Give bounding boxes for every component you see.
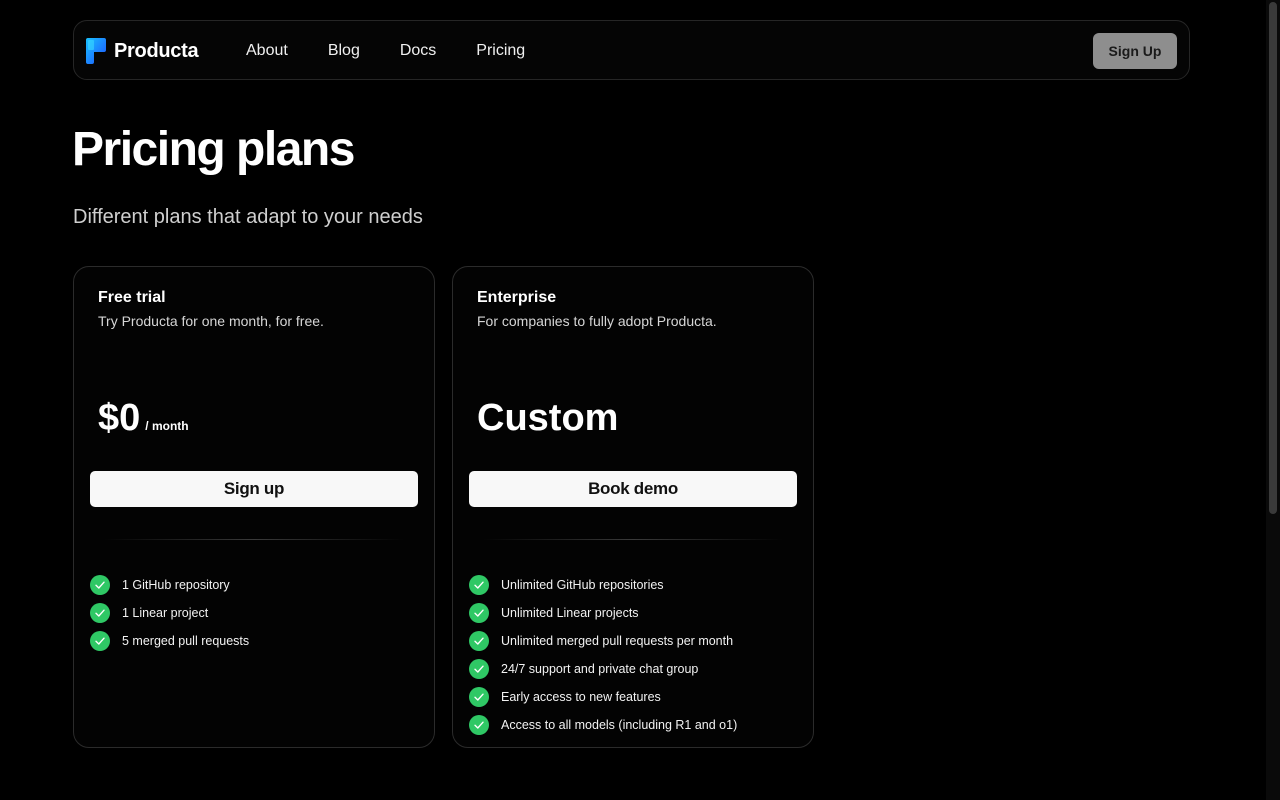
plan-description: For companies to fully adopt Producta.	[477, 313, 717, 329]
check-circle-icon	[469, 715, 489, 735]
feature-text: Unlimited Linear projects	[501, 606, 639, 620]
card-divider	[104, 539, 404, 540]
feature-text: 24/7 support and private chat group	[501, 662, 699, 676]
feature-item: Unlimited merged pull requests per month	[469, 627, 737, 655]
nav-link-about[interactable]: About	[246, 42, 288, 60]
plan-card-free-trial: Free trial Try Producta for one month, f…	[73, 266, 435, 748]
feature-item: Early access to new features	[469, 683, 737, 711]
page-title: Pricing plans	[72, 123, 355, 176]
signup-button[interactable]: Sign Up	[1093, 33, 1177, 69]
check-circle-icon	[469, 631, 489, 651]
price-amount: Custom	[477, 397, 619, 439]
plan-signup-button[interactable]: Sign up	[90, 471, 418, 507]
plan-price: $0 / month	[98, 397, 189, 440]
feature-text: Early access to new features	[501, 690, 661, 704]
nav-link-docs[interactable]: Docs	[400, 42, 436, 60]
scrollbar[interactable]	[1266, 0, 1280, 800]
plan-card-enterprise: Enterprise For companies to fully adopt …	[452, 266, 814, 748]
feature-item: Unlimited Linear projects	[469, 599, 737, 627]
feature-text: Access to all models (including R1 and o…	[501, 718, 738, 732]
feature-item: 1 GitHub repository	[90, 571, 249, 599]
feature-list: 1 GitHub repository 1 Linear project 5 mer…	[90, 571, 249, 655]
check-circle-icon	[469, 687, 489, 707]
brand-name: Producta	[114, 39, 199, 62]
page-subtitle: Different plans that adapt to your needs	[73, 206, 423, 228]
check-circle-icon	[90, 603, 110, 623]
feature-text: 5 merged pull requests	[122, 634, 250, 648]
feature-list: Unlimited GitHub repositories Unlimited L…	[469, 571, 737, 739]
check-circle-icon	[90, 631, 110, 651]
feature-item: 1 Linear project	[90, 599, 249, 627]
feature-text: Unlimited merged pull requests per month	[501, 634, 734, 648]
nav-link-blog[interactable]: Blog	[328, 42, 360, 60]
brand-logo[interactable]: Producta	[86, 38, 199, 64]
feature-text: Unlimited GitHub repositories	[501, 578, 664, 592]
price-amount: $0	[98, 397, 141, 439]
feature-item: 5 merged pull requests	[90, 627, 249, 655]
scrollbar-thumb[interactable]	[1269, 2, 1277, 514]
plan-description: Try Producta for one month, for free.	[98, 313, 324, 329]
price-period: / month	[145, 419, 189, 433]
check-circle-icon	[469, 575, 489, 595]
card-divider	[483, 539, 783, 540]
book-demo-button[interactable]: Book demo	[469, 471, 797, 507]
feature-item: Access to all models (including R1 and o…	[469, 711, 737, 739]
main-nav: About Blog Docs Pricing	[246, 21, 565, 81]
nav-link-pricing[interactable]: Pricing	[476, 42, 525, 60]
check-circle-icon	[90, 575, 110, 595]
check-circle-icon	[469, 603, 489, 623]
feature-item: Unlimited GitHub repositories	[469, 571, 737, 599]
plan-name: Enterprise	[477, 289, 557, 306]
feature-item: 24/7 support and private chat group	[469, 655, 737, 683]
plan-price: Custom	[477, 397, 618, 440]
feature-text: 1 Linear project	[122, 606, 209, 620]
top-navbar: Producta About Blog Docs Pricing Sign Up	[73, 20, 1190, 80]
producta-logo-icon	[86, 38, 106, 64]
feature-text: 1 GitHub repository	[122, 578, 230, 592]
plan-name: Free trial	[98, 289, 166, 306]
pricing-page: Producta About Blog Docs Pricing Sign Up…	[0, 0, 1280, 800]
check-circle-icon	[469, 659, 489, 679]
